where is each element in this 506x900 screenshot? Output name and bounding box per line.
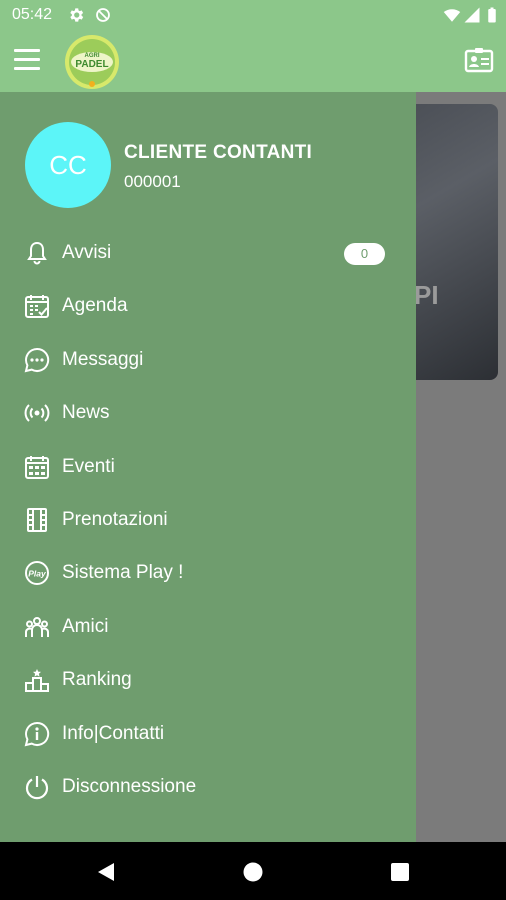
notification-count-badge: 0 (344, 243, 385, 265)
menu-item-label: Messaggi (62, 348, 144, 370)
svg-text:Play: Play (28, 569, 47, 579)
menu-item-label: Disconnessione (62, 775, 197, 797)
background-banner-text: PI (414, 280, 439, 310)
app-bar: AGRI PADEL (0, 30, 506, 92)
menu-item-agenda[interactable]: Agenda (0, 281, 416, 334)
menu-item-label: Avvisi (62, 242, 112, 263)
avatar-initials: CC (49, 149, 87, 180)
menu-item-ranking[interactable]: Ranking (0, 655, 416, 708)
drawer-menu: Avvisi 0 Agenda Messaggi News Eventi Pre… (0, 228, 416, 815)
menu-item-label: Ranking (62, 669, 132, 691)
menu-item-label: Eventi (62, 455, 115, 477)
menu-item-label: Info|Contatti (62, 722, 165, 744)
menu-item-label: Amici (62, 615, 109, 637)
recents-icon[interactable] (388, 860, 412, 884)
broadcast-icon (24, 404, 50, 422)
system-navigation-bar (0, 842, 506, 900)
id-card-icon[interactable] (464, 46, 494, 74)
agri-padel-logo: AGRI PADEL (65, 35, 119, 89)
menu-item-sistema-play[interactable]: Play Sistema Play ! (0, 548, 416, 601)
menu-item-eventi[interactable]: Eventi (0, 442, 416, 495)
menu-item-label: Prenotazioni (62, 508, 168, 530)
status-bar: 05:42 (0, 0, 506, 30)
data-saver-icon (96, 8, 110, 22)
user-name: CLIENTE CONTANTI (124, 142, 313, 163)
menu-item-label: Agenda (62, 295, 128, 317)
home-icon[interactable] (241, 860, 265, 884)
menu-item-label: Sistema Play ! (62, 562, 184, 584)
menu-item-label: News (62, 402, 110, 424)
chat-bubble-icon (24, 347, 50, 373)
film-booking-icon (27, 507, 47, 532)
status-time: 05:42 (12, 6, 53, 23)
bell-icon (27, 241, 47, 265)
navigation-drawer: CC CLIENTE CONTANTI 000001 Avvisi 0 Agen… (0, 92, 416, 842)
people-group-icon (25, 616, 49, 637)
play-badge-icon: Play (25, 561, 49, 586)
menu-item-prenotazioni[interactable]: Prenotazioni (0, 495, 416, 548)
calendar-grid-icon (25, 455, 49, 479)
menu-item-messaggi[interactable]: Messaggi (0, 335, 416, 388)
settings-icon (70, 8, 84, 22)
back-icon[interactable] (94, 860, 118, 884)
calendar-check-icon (25, 295, 49, 319)
hamburger-menu-icon[interactable] (14, 49, 40, 71)
avatar[interactable]: CC (25, 122, 111, 208)
svg-text:PADEL: PADEL (75, 59, 108, 70)
power-icon (25, 775, 49, 800)
podium-icon (25, 669, 49, 693)
menu-item-news[interactable]: News (0, 388, 416, 441)
menu-item-info-contatti[interactable]: Info|Contatti (0, 709, 416, 762)
battery-icon (488, 7, 496, 23)
info-circle-icon (24, 721, 50, 746)
signal-icon (464, 7, 480, 23)
menu-item-disconnessione[interactable]: Disconnessione (0, 762, 416, 815)
wifi-icon (443, 9, 461, 22)
user-code: 000001 (124, 172, 181, 191)
menu-item-amici[interactable]: Amici (0, 602, 416, 655)
menu-item-avvisi[interactable]: Avvisi 0 (0, 228, 416, 281)
